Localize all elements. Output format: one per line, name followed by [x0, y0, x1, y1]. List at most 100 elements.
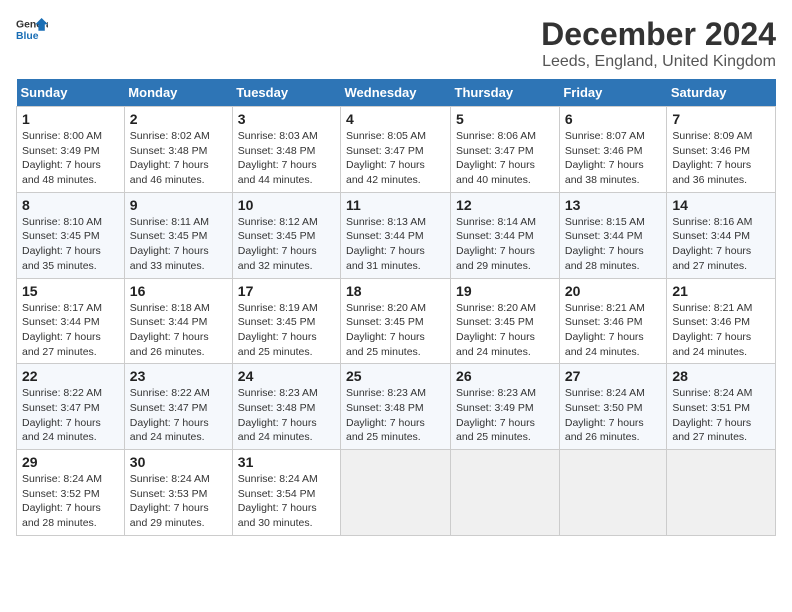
day-detail: Sunrise: 8:17 AMSunset: 3:44 PMDaylight:… [22, 301, 119, 360]
calendar-body: 1 Sunrise: 8:00 AMSunset: 3:49 PMDayligh… [17, 107, 776, 536]
day-detail: Sunrise: 8:12 AMSunset: 3:45 PMDaylight:… [238, 215, 335, 274]
calendar-week-row: 15 Sunrise: 8:17 AMSunset: 3:44 PMDaylig… [17, 278, 776, 364]
day-number: 14 [672, 197, 770, 213]
calendar-cell: 10 Sunrise: 8:12 AMSunset: 3:45 PMDaylig… [232, 192, 340, 278]
day-detail: Sunrise: 8:05 AMSunset: 3:47 PMDaylight:… [346, 129, 445, 188]
col-header-tuesday: Tuesday [232, 79, 340, 107]
calendar-cell: 28 Sunrise: 8:24 AMSunset: 3:51 PMDaylig… [667, 364, 776, 450]
day-detail: Sunrise: 8:15 AMSunset: 3:44 PMDaylight:… [565, 215, 662, 274]
calendar-cell: 31 Sunrise: 8:24 AMSunset: 3:54 PMDaylig… [232, 450, 340, 536]
calendar-week-row: 29 Sunrise: 8:24 AMSunset: 3:52 PMDaylig… [17, 450, 776, 536]
day-detail: Sunrise: 8:11 AMSunset: 3:45 PMDaylight:… [130, 215, 227, 274]
day-detail: Sunrise: 8:18 AMSunset: 3:44 PMDaylight:… [130, 301, 227, 360]
day-detail: Sunrise: 8:13 AMSunset: 3:44 PMDaylight:… [346, 215, 445, 274]
day-number: 25 [346, 368, 445, 384]
calendar-cell [559, 450, 667, 536]
calendar-cell: 1 Sunrise: 8:00 AMSunset: 3:49 PMDayligh… [17, 107, 125, 193]
calendar-cell: 18 Sunrise: 8:20 AMSunset: 3:45 PMDaylig… [341, 278, 451, 364]
day-number: 2 [130, 111, 227, 127]
day-detail: Sunrise: 8:06 AMSunset: 3:47 PMDaylight:… [456, 129, 554, 188]
day-detail: Sunrise: 8:22 AMSunset: 3:47 PMDaylight:… [130, 386, 227, 445]
day-number: 9 [130, 197, 227, 213]
day-number: 21 [672, 283, 770, 299]
day-number: 18 [346, 283, 445, 299]
day-number: 31 [238, 454, 335, 470]
calendar-cell: 4 Sunrise: 8:05 AMSunset: 3:47 PMDayligh… [341, 107, 451, 193]
calendar-cell: 30 Sunrise: 8:24 AMSunset: 3:53 PMDaylig… [124, 450, 232, 536]
day-number: 30 [130, 454, 227, 470]
day-detail: Sunrise: 8:20 AMSunset: 3:45 PMDaylight:… [346, 301, 445, 360]
day-detail: Sunrise: 8:24 AMSunset: 3:51 PMDaylight:… [672, 386, 770, 445]
day-detail: Sunrise: 8:19 AMSunset: 3:45 PMDaylight:… [238, 301, 335, 360]
day-number: 19 [456, 283, 554, 299]
logo-icon: General Blue [16, 16, 48, 44]
calendar-cell: 12 Sunrise: 8:14 AMSunset: 3:44 PMDaylig… [451, 192, 560, 278]
day-number: 11 [346, 197, 445, 213]
logo: General Blue [16, 16, 48, 44]
day-number: 5 [456, 111, 554, 127]
calendar-cell: 27 Sunrise: 8:24 AMSunset: 3:50 PMDaylig… [559, 364, 667, 450]
day-number: 6 [565, 111, 662, 127]
calendar-header-row: SundayMondayTuesdayWednesdayThursdayFrid… [17, 79, 776, 107]
calendar-cell: 13 Sunrise: 8:15 AMSunset: 3:44 PMDaylig… [559, 192, 667, 278]
calendar-cell [667, 450, 776, 536]
calendar-cell: 3 Sunrise: 8:03 AMSunset: 3:48 PMDayligh… [232, 107, 340, 193]
day-number: 26 [456, 368, 554, 384]
day-detail: Sunrise: 8:24 AMSunset: 3:50 PMDaylight:… [565, 386, 662, 445]
calendar-cell [341, 450, 451, 536]
day-number: 29 [22, 454, 119, 470]
day-detail: Sunrise: 8:23 AMSunset: 3:49 PMDaylight:… [456, 386, 554, 445]
svg-text:Blue: Blue [16, 31, 39, 42]
day-number: 4 [346, 111, 445, 127]
day-number: 10 [238, 197, 335, 213]
calendar-cell: 29 Sunrise: 8:24 AMSunset: 3:52 PMDaylig… [17, 450, 125, 536]
day-detail: Sunrise: 8:21 AMSunset: 3:46 PMDaylight:… [565, 301, 662, 360]
calendar-cell: 2 Sunrise: 8:02 AMSunset: 3:48 PMDayligh… [124, 107, 232, 193]
calendar-week-row: 8 Sunrise: 8:10 AMSunset: 3:45 PMDayligh… [17, 192, 776, 278]
day-number: 15 [22, 283, 119, 299]
header: General Blue December 2024 Leeds, Englan… [16, 16, 776, 71]
col-header-thursday: Thursday [451, 79, 560, 107]
calendar-cell: 21 Sunrise: 8:21 AMSunset: 3:46 PMDaylig… [667, 278, 776, 364]
calendar-cell: 9 Sunrise: 8:11 AMSunset: 3:45 PMDayligh… [124, 192, 232, 278]
day-detail: Sunrise: 8:24 AMSunset: 3:54 PMDaylight:… [238, 472, 335, 531]
day-detail: Sunrise: 8:00 AMSunset: 3:49 PMDaylight:… [22, 129, 119, 188]
day-detail: Sunrise: 8:24 AMSunset: 3:53 PMDaylight:… [130, 472, 227, 531]
day-detail: Sunrise: 8:20 AMSunset: 3:45 PMDaylight:… [456, 301, 554, 360]
day-detail: Sunrise: 8:07 AMSunset: 3:46 PMDaylight:… [565, 129, 662, 188]
day-detail: Sunrise: 8:22 AMSunset: 3:47 PMDaylight:… [22, 386, 119, 445]
title-area: December 2024 Leeds, England, United Kin… [541, 16, 776, 71]
calendar-cell: 20 Sunrise: 8:21 AMSunset: 3:46 PMDaylig… [559, 278, 667, 364]
day-detail: Sunrise: 8:03 AMSunset: 3:48 PMDaylight:… [238, 129, 335, 188]
day-number: 8 [22, 197, 119, 213]
day-number: 27 [565, 368, 662, 384]
calendar-title: December 2024 [541, 16, 776, 53]
calendar-cell: 25 Sunrise: 8:23 AMSunset: 3:48 PMDaylig… [341, 364, 451, 450]
day-number: 23 [130, 368, 227, 384]
day-number: 24 [238, 368, 335, 384]
calendar-cell: 5 Sunrise: 8:06 AMSunset: 3:47 PMDayligh… [451, 107, 560, 193]
calendar-cell: 15 Sunrise: 8:17 AMSunset: 3:44 PMDaylig… [17, 278, 125, 364]
col-header-friday: Friday [559, 79, 667, 107]
calendar-cell: 26 Sunrise: 8:23 AMSunset: 3:49 PMDaylig… [451, 364, 560, 450]
day-detail: Sunrise: 8:02 AMSunset: 3:48 PMDaylight:… [130, 129, 227, 188]
calendar-cell: 11 Sunrise: 8:13 AMSunset: 3:44 PMDaylig… [341, 192, 451, 278]
calendar-cell: 6 Sunrise: 8:07 AMSunset: 3:46 PMDayligh… [559, 107, 667, 193]
calendar-week-row: 1 Sunrise: 8:00 AMSunset: 3:49 PMDayligh… [17, 107, 776, 193]
calendar-cell: 7 Sunrise: 8:09 AMSunset: 3:46 PMDayligh… [667, 107, 776, 193]
col-header-wednesday: Wednesday [341, 79, 451, 107]
calendar-cell: 8 Sunrise: 8:10 AMSunset: 3:45 PMDayligh… [17, 192, 125, 278]
day-detail: Sunrise: 8:09 AMSunset: 3:46 PMDaylight:… [672, 129, 770, 188]
day-number: 17 [238, 283, 335, 299]
calendar-cell: 24 Sunrise: 8:23 AMSunset: 3:48 PMDaylig… [232, 364, 340, 450]
day-detail: Sunrise: 8:23 AMSunset: 3:48 PMDaylight:… [346, 386, 445, 445]
calendar-subtitle: Leeds, England, United Kingdom [541, 53, 776, 71]
day-number: 16 [130, 283, 227, 299]
calendar-cell: 14 Sunrise: 8:16 AMSunset: 3:44 PMDaylig… [667, 192, 776, 278]
calendar-table: SundayMondayTuesdayWednesdayThursdayFrid… [16, 79, 776, 536]
calendar-week-row: 22 Sunrise: 8:22 AMSunset: 3:47 PMDaylig… [17, 364, 776, 450]
day-number: 22 [22, 368, 119, 384]
day-number: 7 [672, 111, 770, 127]
day-detail: Sunrise: 8:23 AMSunset: 3:48 PMDaylight:… [238, 386, 335, 445]
calendar-cell: 22 Sunrise: 8:22 AMSunset: 3:47 PMDaylig… [17, 364, 125, 450]
